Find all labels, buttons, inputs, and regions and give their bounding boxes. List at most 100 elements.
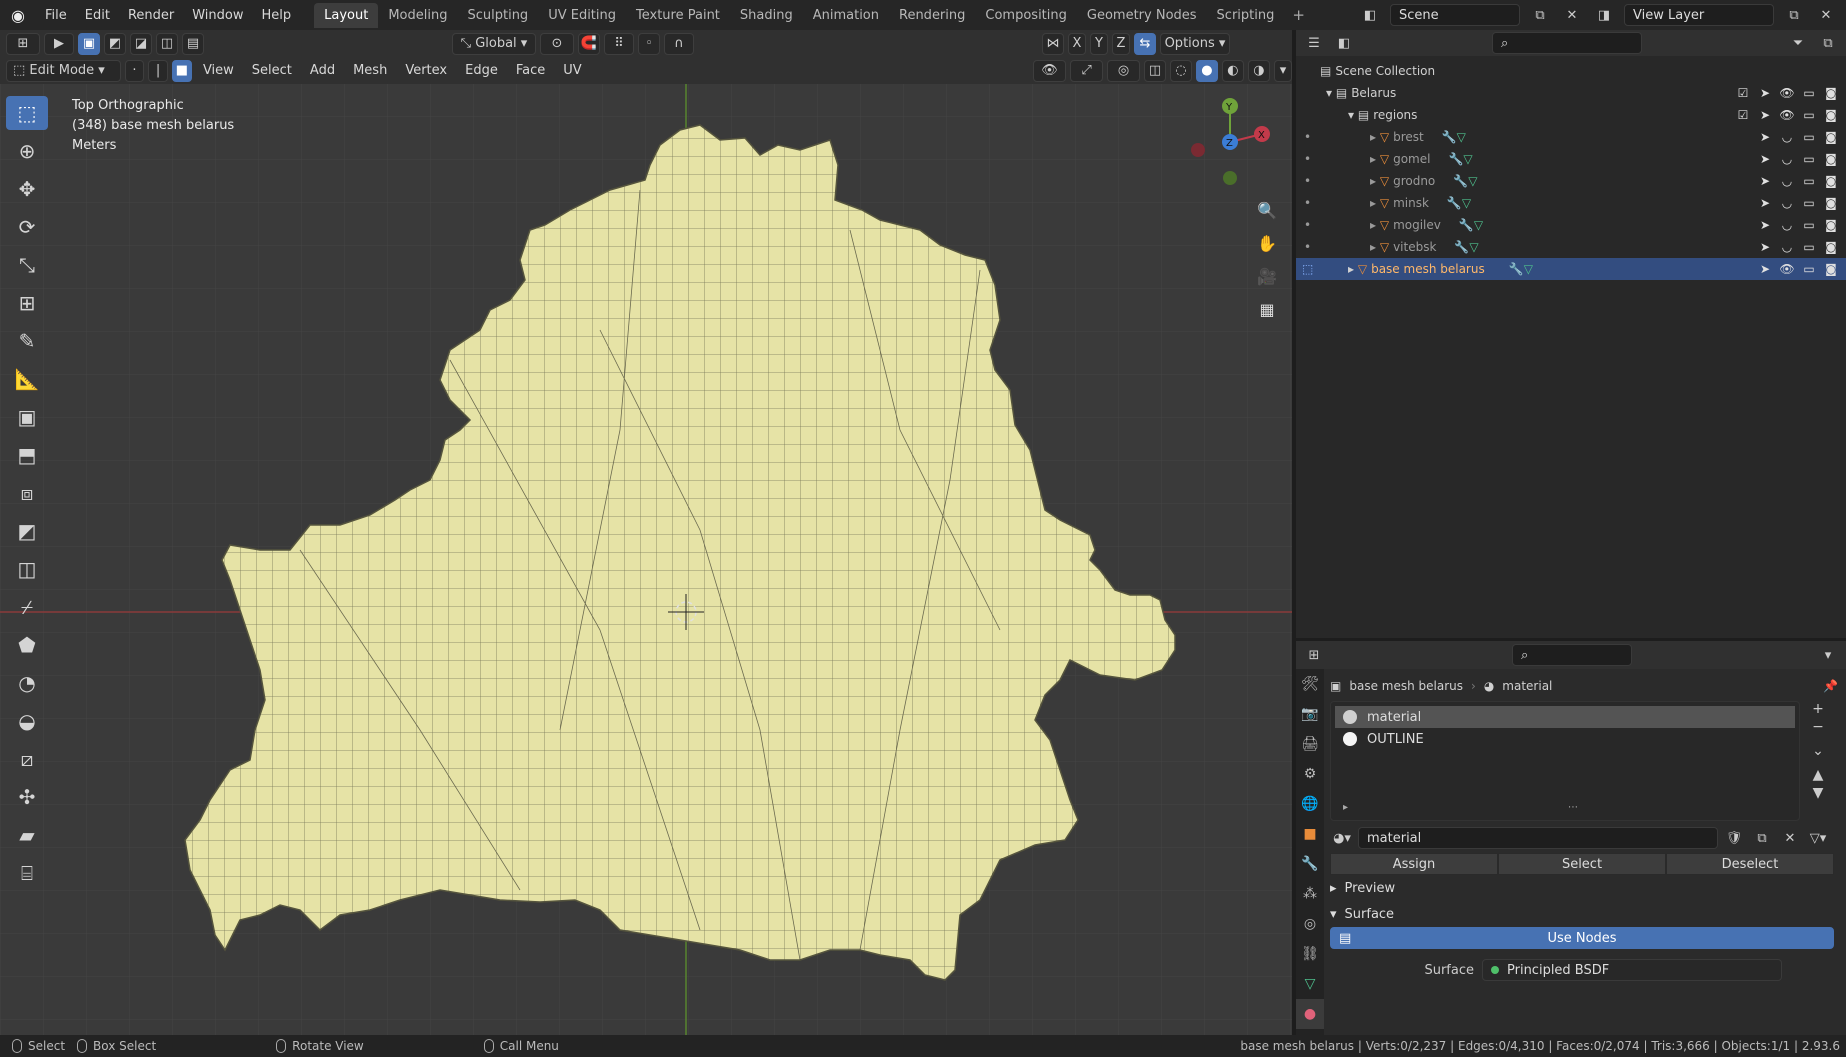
auto-merge-icon[interactable]: ⇆ <box>1134 32 1156 55</box>
menu-window[interactable]: Window <box>183 8 252 23</box>
ortho-grid-icon[interactable]: ▦ <box>1252 294 1282 324</box>
monitor-icon[interactable]: ▭ <box>1800 262 1818 276</box>
eye-closed-icon[interactable]: ◡ <box>1778 130 1796 144</box>
select-mode-subtract-icon[interactable]: ◪ <box>130 32 152 55</box>
solid-shading-icon[interactable]: ● <box>1195 59 1218 82</box>
checkbox-icon[interactable]: ☑ <box>1734 108 1752 122</box>
material-slots-list[interactable]: material OUTLINE ▸ ⋯ <box>1330 701 1800 821</box>
constraints-tab-icon[interactable]: ⛓ <box>1296 939 1324 969</box>
material-browse-icon[interactable]: ◕▾ <box>1330 827 1354 849</box>
material-slot-0[interactable]: material <box>1335 706 1795 728</box>
rendered-shading-icon[interactable]: ◑ <box>1247 59 1270 82</box>
menu-mesh[interactable]: Mesh <box>346 63 394 78</box>
scene-tab-icon[interactable]: ⚙ <box>1296 759 1324 789</box>
region-row-gomel[interactable]: • ▸ ▽ gomel 🔧 ▽ ➤ ◡ ▭ ◙ <box>1296 148 1846 170</box>
snap-target-icon[interactable]: ⠿ <box>604 32 634 55</box>
collection-row-belarus[interactable]: ▾ ▤ Belarus ☑ ➤ 👁 ▭ ◙ <box>1296 82 1846 104</box>
scale-icon[interactable]: ⤡ <box>6 248 48 282</box>
viewport-canvas[interactable] <box>0 30 1292 1035</box>
outliner-editor-icon[interactable]: ☰ <box>1302 32 1326 54</box>
display-mode-icon[interactable]: ◧ <box>1332 32 1356 54</box>
monitor-icon[interactable]: ▭ <box>1800 174 1818 188</box>
fake-user-icon[interactable]: 🛡 <box>1722 827 1746 849</box>
tab-geometry-nodes[interactable]: Geometry Nodes <box>1077 3 1207 28</box>
link-dropdown-icon[interactable]: ▽▾ <box>1806 827 1830 849</box>
remove-slot-icon[interactable]: − <box>1812 719 1824 735</box>
surface-shader-dropdown[interactable]: Principled BSDF <box>1482 959 1782 981</box>
axis-x-toggle[interactable]: X <box>1068 32 1086 55</box>
tool-tab-icon[interactable]: 🛠 <box>1296 669 1324 699</box>
new-scene-icon[interactable]: ⧉ <box>1528 4 1552 26</box>
delete-view-layer-icon[interactable]: ✕ <box>1814 4 1838 26</box>
preview-panel-header[interactable]: ▸ Preview <box>1330 875 1842 901</box>
eye-icon[interactable]: 👁 <box>1778 108 1796 122</box>
mirror-icon[interactable]: ⋈ <box>1042 32 1064 55</box>
eye-closed-icon[interactable]: ◡ <box>1778 240 1796 254</box>
object-row-base-mesh-belarus[interactable]: ⬚ ▸ ▽ base mesh belarus 🔧 ▽ ➤ 👁 ▭ ◙ <box>1296 258 1846 280</box>
monitor-icon[interactable]: ▭ <box>1800 196 1818 210</box>
monitor-icon[interactable]: ▭ <box>1800 86 1818 100</box>
transform-icon[interactable]: ⊞ <box>6 286 48 320</box>
scene-icon[interactable]: ◧ <box>1358 4 1382 26</box>
blender-logo-icon[interactable]: ◉ <box>0 0 36 30</box>
expand-icon[interactable]: ▸ <box>1370 218 1380 232</box>
monitor-icon[interactable]: ▭ <box>1800 108 1818 122</box>
edge-slide-icon[interactable]: ⧄ <box>6 742 48 776</box>
material-name-field[interactable]: material <box>1358 827 1718 849</box>
eye-closed-icon[interactable]: ◡ <box>1778 174 1796 188</box>
select-arrow-icon[interactable]: ➤ <box>1756 262 1774 276</box>
navigation-gizmo[interactable]: Y X Z <box>1180 92 1280 192</box>
eye-icon[interactable]: 👁 <box>1778 86 1796 100</box>
visibility-icon[interactable]: 👁 <box>1033 59 1067 82</box>
particles-tab-icon[interactable]: ⁂ <box>1296 879 1324 909</box>
eye-icon[interactable]: 👁 <box>1778 262 1796 276</box>
smooth-icon[interactable]: ◒ <box>6 704 48 738</box>
properties-editor-icon[interactable]: ⊞ <box>1302 644 1326 666</box>
menu-select[interactable]: Select <box>245 63 299 78</box>
expand-icon[interactable]: ▸ <box>1343 802 1348 813</box>
axis-z-toggle[interactable]: Z <box>1112 32 1130 55</box>
select-arrow-icon[interactable]: ➤ <box>1756 86 1774 100</box>
pivot-icon[interactable]: ⊙ <box>540 32 574 55</box>
select-button[interactable]: Select <box>1498 853 1666 875</box>
monitor-icon[interactable]: ▭ <box>1800 240 1818 254</box>
tab-shading[interactable]: Shading <box>730 3 803 28</box>
tab-compositing[interactable]: Compositing <box>975 3 1077 28</box>
inset-icon[interactable]: ⧈ <box>6 476 48 510</box>
expand-icon[interactable]: ▸ <box>1370 152 1380 166</box>
data-tab-icon[interactable]: ▽ <box>1296 969 1324 999</box>
expand-icon[interactable]: ▾ <box>1326 86 1336 100</box>
annotate-icon[interactable]: ✎ <box>6 324 48 358</box>
new-collection-icon[interactable]: ⧉ <box>1816 32 1840 54</box>
camera-render-icon[interactable]: ◙ <box>1822 108 1840 122</box>
select-arrow-icon[interactable]: ➤ <box>1756 108 1774 122</box>
eye-closed-icon[interactable]: ◡ <box>1778 218 1796 232</box>
object-tab-icon[interactable]: ■ <box>1296 819 1324 849</box>
select-box-icon[interactable]: ⬚ <box>6 96 48 130</box>
camera-render-icon[interactable]: ◙ <box>1822 262 1840 276</box>
camera-render-icon[interactable]: ◙ <box>1822 196 1840 210</box>
tool-icon[interactable]: ▶ <box>44 32 74 55</box>
monitor-icon[interactable]: ▭ <box>1800 152 1818 166</box>
gizmo-toggle-icon[interactable]: ⤢ <box>1070 59 1103 82</box>
poly-build-icon[interactable]: ⬟ <box>6 628 48 662</box>
measure-icon[interactable]: 📐 <box>6 362 48 396</box>
bevel-icon[interactable]: ◩ <box>6 514 48 548</box>
tab-scripting[interactable]: Scripting <box>1207 3 1285 28</box>
tab-modeling[interactable]: Modeling <box>378 3 457 28</box>
menu-face[interactable]: Face <box>509 63 552 78</box>
new-view-layer-icon[interactable]: ⧉ <box>1782 4 1806 26</box>
editor-type-icon[interactable]: ⊞ <box>6 32 40 55</box>
camera-render-icon[interactable]: ◙ <box>1822 174 1840 188</box>
tab-animation[interactable]: Animation <box>803 3 889 28</box>
overlays-icon[interactable]: ◎ <box>1107 59 1140 82</box>
surface-panel-header[interactable]: ▾ Surface <box>1330 901 1842 927</box>
expand-icon[interactable]: ▾ <box>1348 108 1358 122</box>
physics-tab-icon[interactable]: ◎ <box>1296 909 1324 939</box>
select-arrow-icon[interactable]: ➤ <box>1756 218 1774 232</box>
3d-viewport[interactable]: ⊞ ▶ ▣ ◩ ◪ ◫ ▤ ⤡ Global ▾ ⊙ 🧲 ⠿ ◦ ∩ ⋈ X Y… <box>0 30 1292 1035</box>
move-up-icon[interactable]: ▲ <box>1813 767 1824 783</box>
use-nodes-button[interactable]: ▤ Use Nodes <box>1330 927 1834 949</box>
camera-render-icon[interactable]: ◙ <box>1822 240 1840 254</box>
unlink-material-icon[interactable]: ✕ <box>1778 827 1802 849</box>
